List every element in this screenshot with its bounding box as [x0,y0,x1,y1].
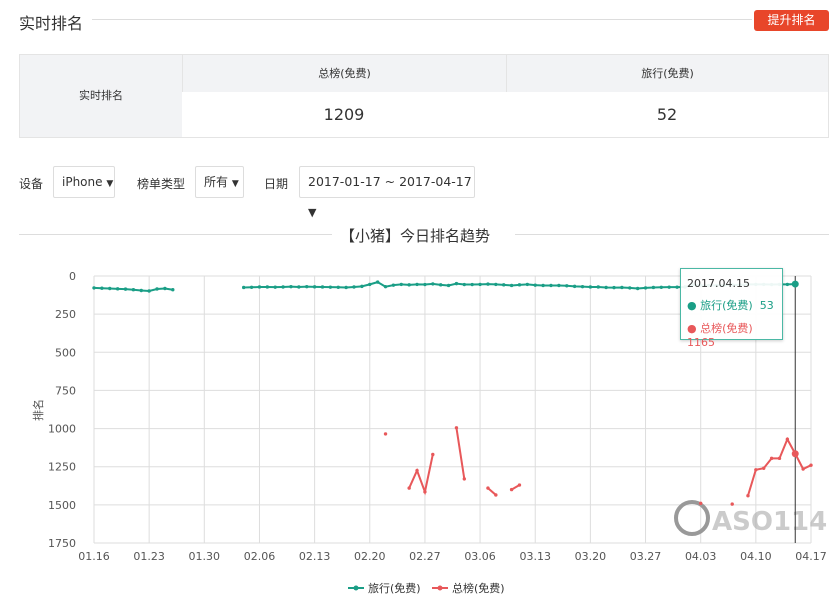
data-point [730,502,734,506]
x-tick-label: 02.06 [244,550,276,563]
x-tick-label: 03.20 [575,550,607,563]
x-tick-label: 04.17 [795,550,827,563]
x-tick-label: 01.16 [78,550,110,563]
y-tick-label: 1250 [48,461,76,474]
tooltip-series-name: 旅行(免费) [700,299,753,312]
tooltip-row: ● 旅行(免费) 53 [687,299,774,312]
x-tick-label: 02.20 [354,550,386,563]
x-tick-label: 01.23 [133,550,165,563]
watermark-logo-icon [674,500,710,536]
x-tick-label: 02.13 [299,550,331,563]
y-tick-label: 250 [55,308,76,321]
y-tick-label: 1500 [48,499,76,512]
x-tick-label: 03.06 [464,550,496,563]
y-tick-label: 750 [55,384,76,397]
legend-marker-icon [437,585,443,591]
x-tick-label: 02.27 [409,550,441,563]
legend-marker-icon [353,585,359,591]
x-tick-label: 01.30 [189,550,221,563]
tooltip-series-name: 总榜(免费) [700,322,753,335]
legend-item: 旅行(免费) [368,581,421,595]
tooltip-row: ● 总榜(免费) 1165 [687,322,753,349]
series-line [511,484,520,491]
x-tick-label: 04.03 [685,550,717,563]
y-tick-label: 1750 [48,537,76,550]
data-point [698,501,703,506]
x-tick-label: 04.10 [740,550,772,563]
watermark-text: ASO114 [712,507,827,537]
data-point [383,432,388,436]
y-tick-label: 1000 [48,423,76,436]
series-line [747,436,812,496]
series-line [487,487,497,496]
chart-tooltip: 2017.04.15 ● 旅行(免费) 53 ● 总榜(免费) 1165 [680,268,783,349]
legend-item: 总榜(免费) [452,581,505,595]
tooltip-value: 53 [759,299,774,312]
tooltip-date: 2017.04.15 [687,277,750,290]
series-line [408,454,434,496]
x-tick-label: 03.27 [630,550,662,563]
series-line [455,427,466,480]
y-tick-label: 500 [55,346,76,359]
x-tick-label: 03.13 [519,550,551,563]
y-axis-label: 排名 [31,399,45,421]
tooltip-value: 1165 [687,336,715,349]
y-tick-label: 0 [69,270,76,283]
